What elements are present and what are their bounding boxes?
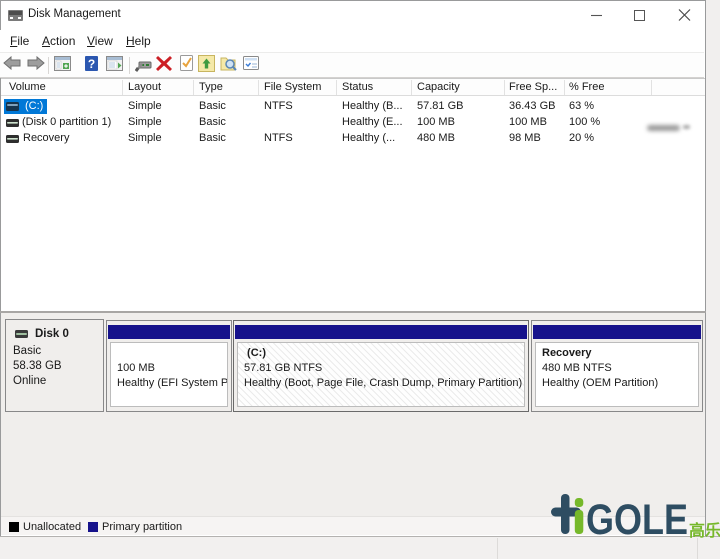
svg-text:高乐: 高乐 [689, 521, 720, 540]
svg-text:GOLE: GOLE [586, 496, 688, 540]
svg-text:?: ? [88, 57, 95, 71]
